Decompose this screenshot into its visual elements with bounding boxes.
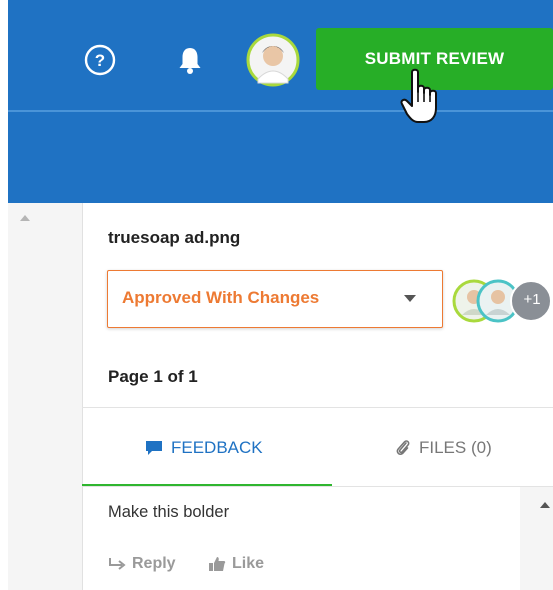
divider bbox=[82, 486, 553, 487]
bell-icon[interactable] bbox=[172, 42, 208, 78]
comment-icon bbox=[146, 441, 162, 455]
scroll-up-arrow-icon[interactable] bbox=[540, 496, 550, 514]
reply-arrow-icon bbox=[109, 558, 126, 570]
reply-label: Reply bbox=[132, 555, 176, 572]
tab-feedback-label: FEEDBACK bbox=[171, 438, 263, 457]
thumbs-up-icon bbox=[209, 557, 226, 571]
chevron-down-icon bbox=[404, 295, 416, 302]
scroll-up-arrow-icon[interactable] bbox=[20, 209, 30, 227]
review-status-dropdown[interactable]: Approved With Changes bbox=[107, 270, 443, 328]
header-divider bbox=[8, 110, 553, 112]
comment-text: Make this bolder bbox=[108, 503, 230, 521]
file-name: truesoap ad.png bbox=[108, 228, 241, 247]
help-icon[interactable]: ? bbox=[82, 42, 118, 78]
like-button[interactable]: Like bbox=[208, 555, 264, 573]
tab-feedback[interactable]: FEEDBACK bbox=[145, 428, 263, 468]
reviewer-avatars[interactable]: +1 bbox=[452, 275, 553, 327]
extra-reviewers-count: +1 bbox=[523, 291, 541, 308]
tab-files-label: FILES (0) bbox=[419, 438, 492, 457]
user-avatar[interactable] bbox=[246, 33, 300, 87]
like-label: Like bbox=[232, 555, 265, 572]
svg-text:?: ? bbox=[95, 51, 105, 70]
paperclip-icon bbox=[396, 440, 410, 456]
page-count: Page 1 of 1 bbox=[108, 367, 198, 386]
reply-button[interactable]: Reply bbox=[108, 555, 176, 573]
review-status-value: Approved With Changes bbox=[122, 288, 320, 307]
hand-cursor-icon bbox=[400, 68, 450, 128]
divider bbox=[82, 407, 553, 408]
tab-files[interactable]: FILES (0) bbox=[395, 428, 492, 468]
left-panel-gutter bbox=[8, 203, 83, 590]
